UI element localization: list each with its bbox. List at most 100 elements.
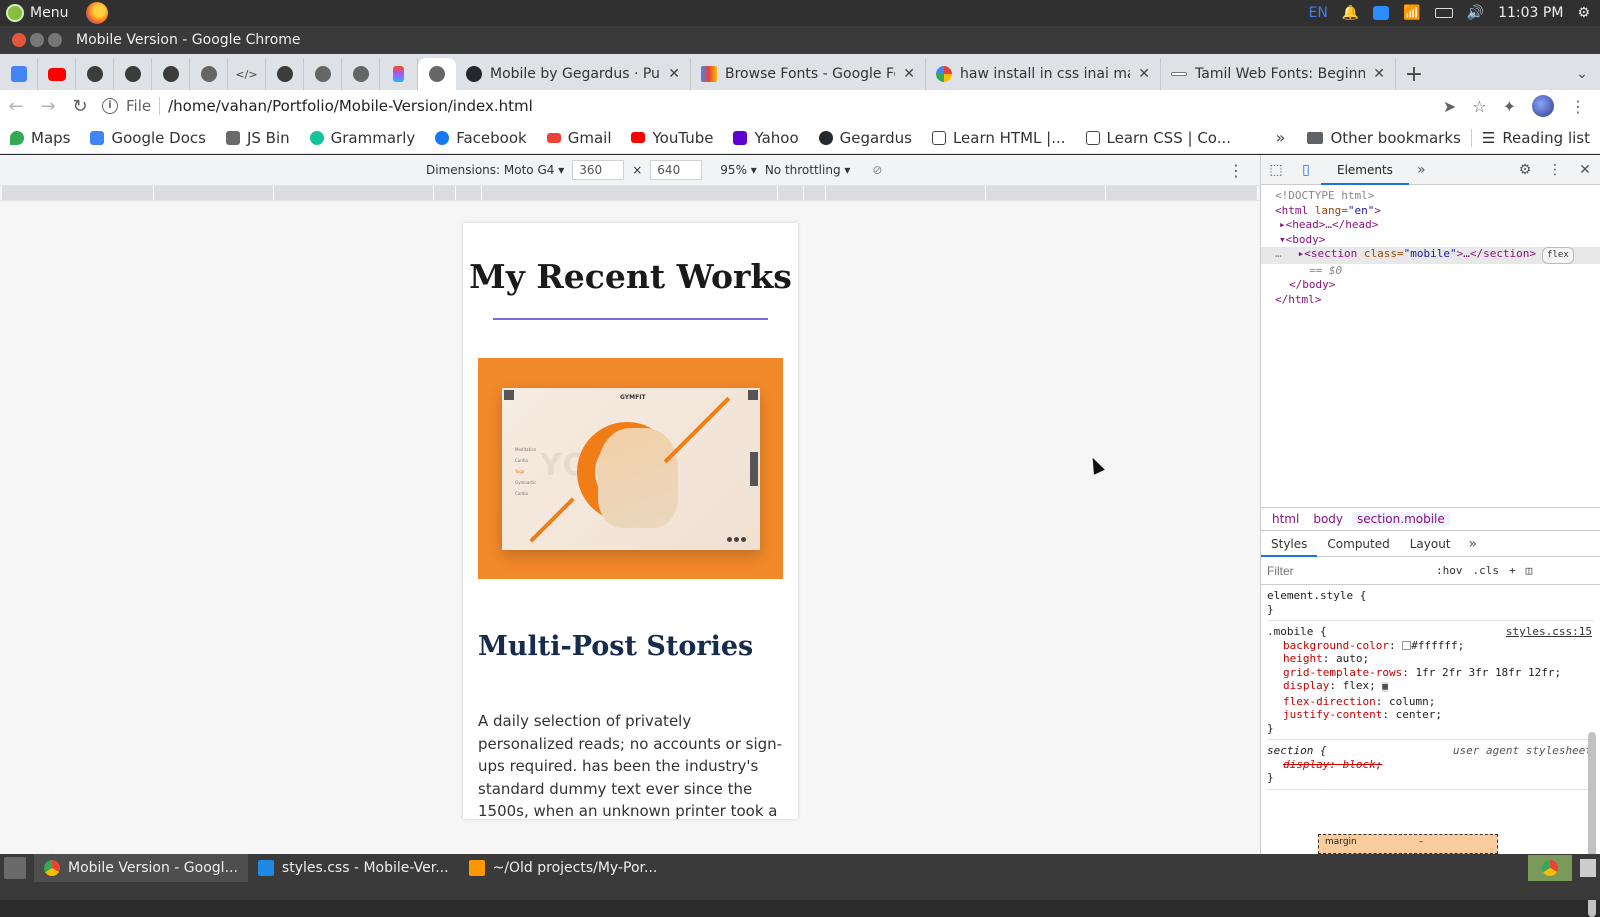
dom-ellipsis-icon[interactable]: … bbox=[1275, 247, 1282, 264]
tab-1[interactable]: Browse Fonts - Google Fo ✕ bbox=[691, 58, 926, 90]
crumb-html[interactable]: html bbox=[1267, 512, 1304, 526]
tab-close-icon[interactable]: ✕ bbox=[668, 66, 680, 82]
pinned-tab-github-2[interactable] bbox=[114, 58, 152, 90]
window-close-button[interactable] bbox=[12, 33, 26, 47]
bookmark-google-docs[interactable]: Google Docs bbox=[80, 129, 215, 147]
rotate-icon[interactable]: ⊘ bbox=[872, 163, 882, 177]
settings-gear-icon[interactable]: ⚙ bbox=[1510, 155, 1540, 185]
bookmark-maps[interactable]: Maps bbox=[0, 129, 80, 147]
pinned-tab-globe-2[interactable] bbox=[304, 58, 342, 90]
rule-section-ua[interactable]: user agent stylesheet section { display:… bbox=[1267, 740, 1594, 790]
device-select[interactable]: Dimensions: Moto G4 ▾ bbox=[426, 163, 564, 177]
back-button[interactable]: ← bbox=[0, 92, 32, 120]
chrome-menu-icon[interactable]: ⋮ bbox=[1570, 97, 1586, 116]
reading-list[interactable]: ☰ Reading list bbox=[1470, 128, 1600, 147]
devtools-close-icon[interactable]: ✕ bbox=[1570, 155, 1600, 185]
device-width-input[interactable]: 360 bbox=[572, 160, 625, 180]
tab-computed[interactable]: Computed bbox=[1317, 531, 1399, 557]
tab-layout[interactable]: Layout bbox=[1400, 531, 1461, 557]
new-rule-button[interactable]: + bbox=[1509, 564, 1516, 577]
pinned-tab-globe-3[interactable] bbox=[342, 58, 380, 90]
bookmark-youtube[interactable]: YouTube bbox=[621, 129, 723, 147]
dom-head[interactable]: ▸<head>…</head> bbox=[1275, 218, 1600, 233]
power-gear-icon[interactable]: ⚙ bbox=[1577, 5, 1590, 21]
pinned-tab-github-3[interactable] bbox=[152, 58, 190, 90]
zoom-select[interactable]: 95% ▾ bbox=[720, 163, 757, 177]
dom-tree[interactable]: <!DOCTYPE html> <html lang="en"> ▸<head>… bbox=[1261, 185, 1600, 507]
bookmark-gegardus[interactable]: Gegardus bbox=[809, 129, 922, 147]
taskbar-item-sublime[interactable]: ~/Old projects/My-Por... bbox=[459, 854, 668, 882]
device-more-icon[interactable]: ⋮ bbox=[1228, 161, 1244, 180]
bookmark-facebook[interactable]: Facebook bbox=[425, 129, 536, 147]
send-icon[interactable]: ➤ bbox=[1443, 97, 1456, 116]
firefox-icon[interactable] bbox=[86, 2, 109, 24]
os-menu[interactable]: Menu bbox=[0, 2, 109, 24]
box-model[interactable]: margin – bbox=[1318, 834, 1498, 854]
ruler-segment[interactable] bbox=[2, 186, 154, 200]
sidebar-toggle-icon[interactable]: ◫ bbox=[1526, 564, 1533, 577]
tab-2[interactable]: haw install in css inai mat ✕ bbox=[926, 58, 1161, 90]
trash-icon[interactable] bbox=[1580, 859, 1596, 877]
css-property[interactable]: grid-template-rows: 1fr 2fr 3fr 18fr 12f… bbox=[1267, 666, 1594, 680]
css-property[interactable]: justify-content: center; bbox=[1267, 708, 1594, 722]
devtools-menu-icon[interactable]: ⋮ bbox=[1540, 155, 1570, 185]
volume-icon[interactable]: 🔊 bbox=[1467, 5, 1484, 21]
battery-icon[interactable] bbox=[1434, 8, 1453, 18]
pinned-tab-figma[interactable] bbox=[380, 58, 418, 90]
dom-body-open[interactable]: ▾<body> bbox=[1275, 233, 1600, 248]
zoom-app-icon[interactable] bbox=[1373, 6, 1390, 20]
inspect-element-icon[interactable]: ⬚ bbox=[1261, 155, 1291, 185]
show-desktop-button[interactable] bbox=[4, 857, 26, 879]
ruler-segment[interactable] bbox=[826, 186, 986, 200]
flexbox-editor-icon[interactable]: ▦ bbox=[1382, 682, 1388, 692]
dom-section-selected[interactable]: … ▸<section class="mobile">…</section> f… bbox=[1261, 247, 1600, 264]
css-property[interactable]: height: auto; bbox=[1267, 652, 1594, 666]
pinned-tab-youtube[interactable] bbox=[38, 58, 76, 90]
dom-html-close[interactable]: </html> bbox=[1275, 293, 1600, 308]
taskbar-item-chrome[interactable]: Mobile Version - Googl... bbox=[34, 854, 248, 882]
bookmark-learn-html[interactable]: Learn HTML |... bbox=[922, 129, 1076, 147]
crumb-section[interactable]: section.mobile bbox=[1352, 512, 1450, 526]
flex-badge[interactable]: flex bbox=[1542, 247, 1574, 264]
css-property[interactable]: display: flex; ▦ bbox=[1267, 679, 1594, 695]
tab-elements[interactable]: Elements bbox=[1321, 155, 1409, 185]
tab-0[interactable]: Mobile by Gegardus · Pull ✕ bbox=[456, 58, 691, 90]
cls-button[interactable]: .cls bbox=[1473, 564, 1500, 577]
taskbar-item-vscode[interactable]: styles.css - Mobile-Ver... bbox=[248, 854, 459, 882]
pinned-tab-globe-1[interactable] bbox=[190, 58, 228, 90]
device-height-input[interactable]: 640 bbox=[650, 160, 703, 180]
workspace-chrome-preview[interactable] bbox=[1528, 855, 1572, 881]
css-property-overridden[interactable]: display: block; bbox=[1267, 758, 1594, 772]
throttle-select[interactable]: No throttling ▾ bbox=[765, 163, 851, 177]
dom-body-close[interactable]: </body> bbox=[1275, 278, 1600, 293]
notification-bell-icon[interactable]: 🔔 bbox=[1342, 5, 1359, 21]
extensions-icon[interactable]: ✦ bbox=[1503, 97, 1516, 116]
tab-3[interactable]: Tamil Web Fonts: Beginne ✕ bbox=[1161, 58, 1396, 90]
pinned-tab-active[interactable] bbox=[418, 58, 456, 90]
bookmark-star-icon[interactable]: ☆ bbox=[1472, 97, 1486, 116]
more-bookmarks-chevron-icon[interactable]: » bbox=[1264, 128, 1298, 147]
bookmark-jsbin[interactable]: JS Bin bbox=[216, 129, 300, 147]
more-subtabs-icon[interactable]: » bbox=[1461, 536, 1486, 552]
crumb-body[interactable]: body bbox=[1308, 512, 1348, 526]
tab-close-icon[interactable]: ✕ bbox=[1373, 66, 1385, 82]
bookmark-yahoo[interactable]: Yahoo bbox=[723, 129, 808, 147]
ruler-segment[interactable] bbox=[804, 186, 826, 200]
pinned-tab-github-1[interactable] bbox=[76, 58, 114, 90]
pinned-tab-code[interactable]: </> bbox=[228, 58, 266, 90]
rule-source-link[interactable]: styles.css:15 bbox=[1506, 625, 1592, 639]
clock[interactable]: 11:03 PM bbox=[1498, 5, 1563, 21]
tab-close-icon[interactable]: ✕ bbox=[903, 66, 915, 82]
ruler-segment[interactable] bbox=[1106, 186, 1258, 200]
device-toggle-icon[interactable]: ▯ bbox=[1291, 155, 1321, 185]
tab-search-chevron-icon[interactable]: ⌄ bbox=[1564, 58, 1600, 90]
other-bookmarks[interactable]: Other bookmarks bbox=[1297, 129, 1470, 147]
wifi-icon[interactable]: 📶 bbox=[1403, 5, 1420, 21]
more-tabs-icon[interactable]: » bbox=[1409, 162, 1434, 178]
tab-styles[interactable]: Styles bbox=[1261, 531, 1318, 557]
rule-element-style[interactable]: element.style { } bbox=[1267, 585, 1594, 621]
ruler-segment[interactable] bbox=[154, 186, 274, 200]
keyboard-layout[interactable]: EN bbox=[1308, 5, 1327, 21]
new-tab-button[interactable]: + bbox=[1396, 58, 1432, 90]
ruler-segment[interactable] bbox=[986, 186, 1106, 200]
